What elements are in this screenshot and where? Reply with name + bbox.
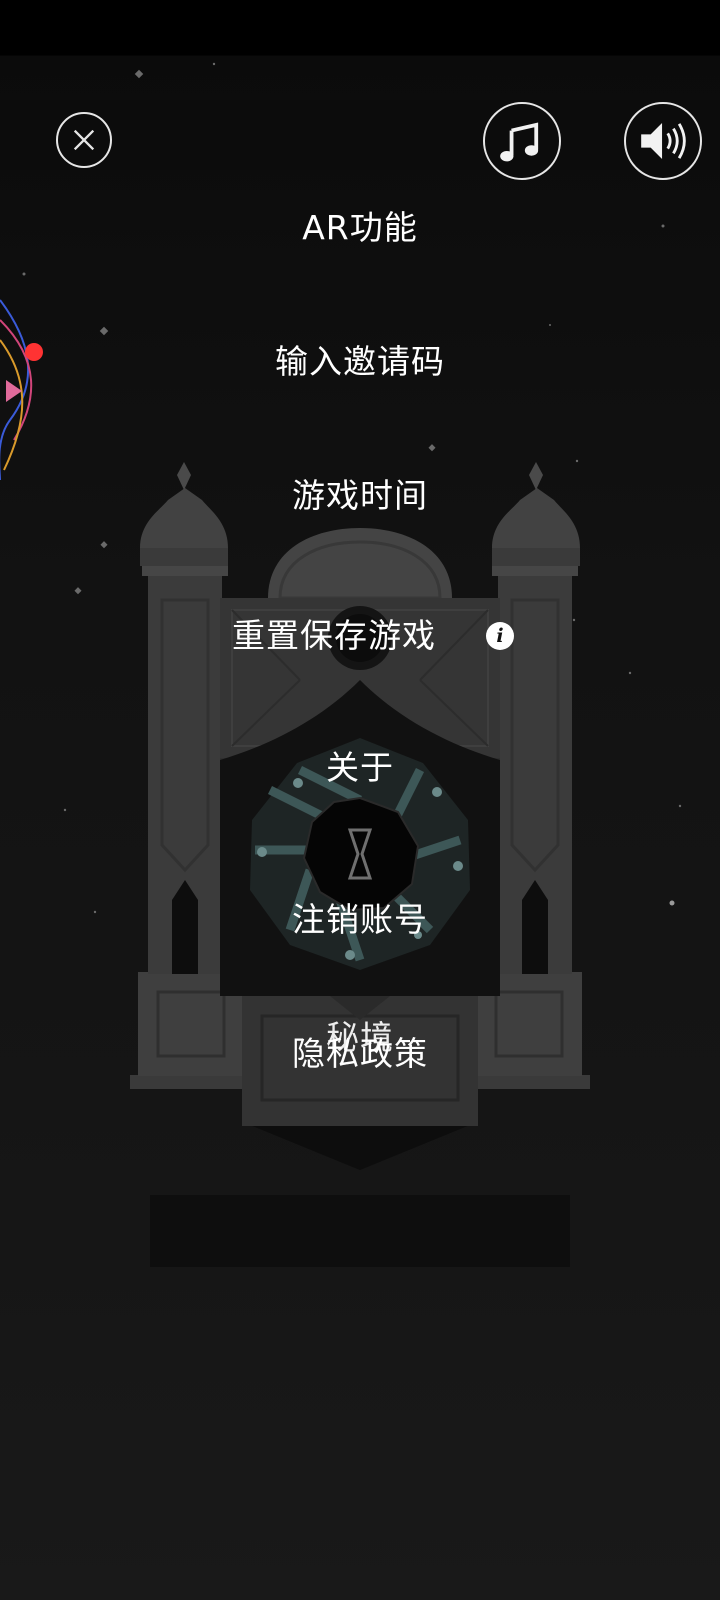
game-screen: AR功能 输入邀请码 游戏时间 重置保存游戏 i 关于 注销账号 秘境 隐私政策 [0,0,720,1600]
info-icon[interactable]: i [486,622,514,650]
close-icon [73,129,95,151]
menu-item-about[interactable]: 关于 [0,744,720,792]
menu-item-invite-code[interactable]: 输入邀请码 [0,338,720,386]
music-button[interactable] [483,102,561,180]
sound-button[interactable] [624,102,702,180]
menu-item-play-time[interactable]: 游戏时间 [0,472,720,520]
menu-item-privacy-policy[interactable]: 隐私政策 [0,1030,720,1078]
edge-swirl [0,299,33,480]
menu-item-delete-account[interactable]: 注销账号 [0,896,720,944]
menu-item-ar[interactable]: AR功能 [0,204,720,252]
close-button[interactable] [56,112,112,168]
menu-item-reset-save[interactable]: 重置保存游戏 [0,612,694,660]
speaker-icon [641,122,686,160]
music-note-icon [500,122,539,162]
